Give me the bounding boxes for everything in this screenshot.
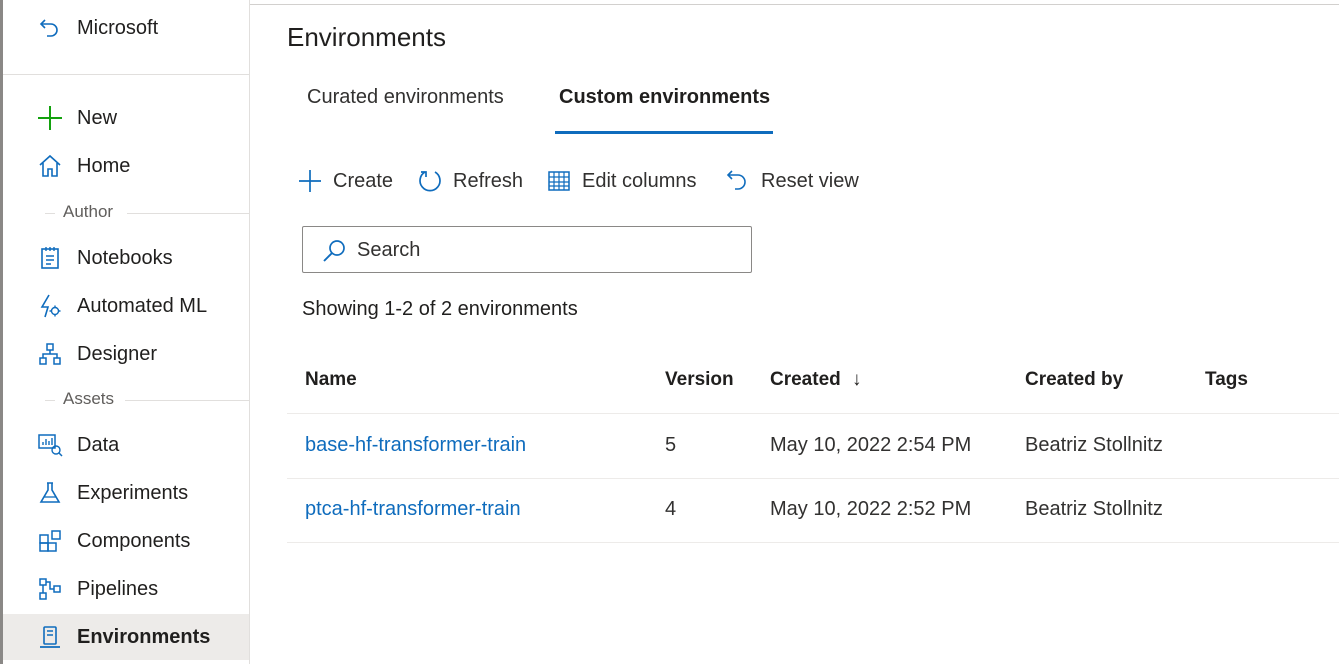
environment-created-by: Beatriz Stollnitz bbox=[1025, 434, 1163, 456]
sidebar-item-label: Environments bbox=[77, 625, 211, 648]
new-label: New bbox=[77, 106, 118, 129]
column-header-name[interactable]: Name bbox=[305, 369, 357, 391]
environment-created-by: Beatriz Stollnitz bbox=[1025, 498, 1163, 520]
environment-version: 5 bbox=[665, 434, 677, 456]
reset-view-label: Reset view bbox=[761, 169, 859, 192]
plus-icon bbox=[297, 168, 323, 194]
refresh-icon bbox=[417, 168, 443, 194]
search-icon bbox=[321, 238, 347, 264]
search-box[interactable] bbox=[302, 226, 752, 273]
plus-icon bbox=[37, 105, 63, 131]
edit-columns-label: Edit columns bbox=[582, 169, 697, 192]
back-link-label: Microsoft bbox=[77, 16, 159, 39]
column-header-tags[interactable]: Tags bbox=[1205, 369, 1248, 391]
sidebar-item-notebooks[interactable]: Notebooks bbox=[3, 235, 249, 281]
flask-icon bbox=[37, 480, 63, 506]
sidebar-item-label: Components bbox=[77, 529, 191, 552]
create-label: Create bbox=[333, 169, 394, 192]
edit-columns-button[interactable]: Edit columns bbox=[546, 164, 697, 198]
home-icon bbox=[37, 153, 63, 179]
reset-view-button[interactable]: Reset view bbox=[725, 164, 859, 198]
environments-icon bbox=[37, 624, 63, 650]
sort-descending-icon: ↓ bbox=[852, 369, 862, 390]
column-header-created-by[interactable]: Created by bbox=[1025, 369, 1123, 391]
sidebar-item-label: Designer bbox=[77, 342, 158, 365]
notebook-icon bbox=[37, 245, 63, 271]
environment-name-link[interactable]: ptca-hf-transformer-train bbox=[305, 498, 521, 521]
sidebar-item-pipelines[interactable]: Pipelines bbox=[3, 566, 249, 612]
pipelines-icon bbox=[37, 576, 63, 602]
assets-section-header: Assets bbox=[3, 389, 249, 411]
table-header-divider bbox=[287, 413, 1339, 414]
environment-name-link[interactable]: base-hf-transformer-train bbox=[305, 434, 526, 457]
sidebar-item-data[interactable]: Data bbox=[3, 422, 249, 468]
automated-ml-icon bbox=[37, 293, 63, 319]
reset-icon bbox=[725, 168, 751, 194]
back-arrow-icon bbox=[37, 15, 63, 41]
sidebar-item-designer[interactable]: Designer bbox=[3, 331, 249, 377]
environment-created: May 10, 2022 2:54 PM bbox=[770, 434, 972, 456]
column-header-created[interactable]: Created ↓ bbox=[770, 369, 862, 391]
sidebar-item-label: Pipelines bbox=[77, 577, 159, 600]
home-label: Home bbox=[77, 154, 131, 177]
sidebar-item-label: Automated ML bbox=[77, 294, 208, 317]
author-section-label: Author bbox=[63, 202, 114, 221]
data-icon bbox=[37, 432, 63, 458]
sidebar-item-label: Data bbox=[77, 433, 120, 456]
back-to-microsoft-link[interactable]: Microsoft bbox=[3, 5, 249, 51]
search-input[interactable] bbox=[357, 235, 737, 265]
sidebar-divider bbox=[3, 74, 249, 75]
left-navigation: Microsoft New Home Author Notebooks Auto… bbox=[0, 0, 250, 664]
edit-columns-icon bbox=[546, 168, 572, 194]
sidebar-item-automated-ml[interactable]: Automated ML bbox=[3, 283, 249, 329]
results-count: Showing 1-2 of 2 environments bbox=[302, 298, 578, 320]
environment-created: May 10, 2022 2:52 PM bbox=[770, 498, 972, 520]
tab-custom-environments[interactable]: Custom environments bbox=[559, 86, 770, 134]
active-tab-indicator bbox=[555, 131, 773, 134]
environment-version: 4 bbox=[665, 498, 677, 520]
sidebar-item-components[interactable]: Components bbox=[3, 518, 249, 564]
column-header-version[interactable]: Version bbox=[665, 369, 734, 391]
author-section-header: Author bbox=[3, 202, 249, 224]
header-divider bbox=[250, 4, 1339, 5]
sidebar-item-experiments[interactable]: Experiments bbox=[3, 470, 249, 516]
table-row-divider bbox=[287, 542, 1339, 543]
page-title: Environments bbox=[287, 22, 446, 52]
sidebar-item-label: Experiments bbox=[77, 481, 189, 504]
table-row-divider bbox=[287, 478, 1339, 479]
designer-icon bbox=[37, 341, 63, 367]
sidebar-item-home[interactable]: Home bbox=[3, 143, 249, 189]
components-icon bbox=[37, 528, 63, 554]
tab-curated-environments[interactable]: Curated environments bbox=[307, 86, 504, 134]
create-button[interactable]: Create bbox=[297, 164, 393, 198]
column-header-created-label: Created bbox=[770, 369, 841, 390]
sidebar-item-environments[interactable]: Environments bbox=[3, 614, 249, 660]
sidebar-item-label: Notebooks bbox=[77, 246, 173, 269]
refresh-label: Refresh bbox=[453, 169, 524, 192]
assets-section-label: Assets bbox=[63, 389, 115, 408]
new-button[interactable]: New bbox=[3, 95, 249, 141]
refresh-button[interactable]: Refresh bbox=[417, 164, 523, 198]
